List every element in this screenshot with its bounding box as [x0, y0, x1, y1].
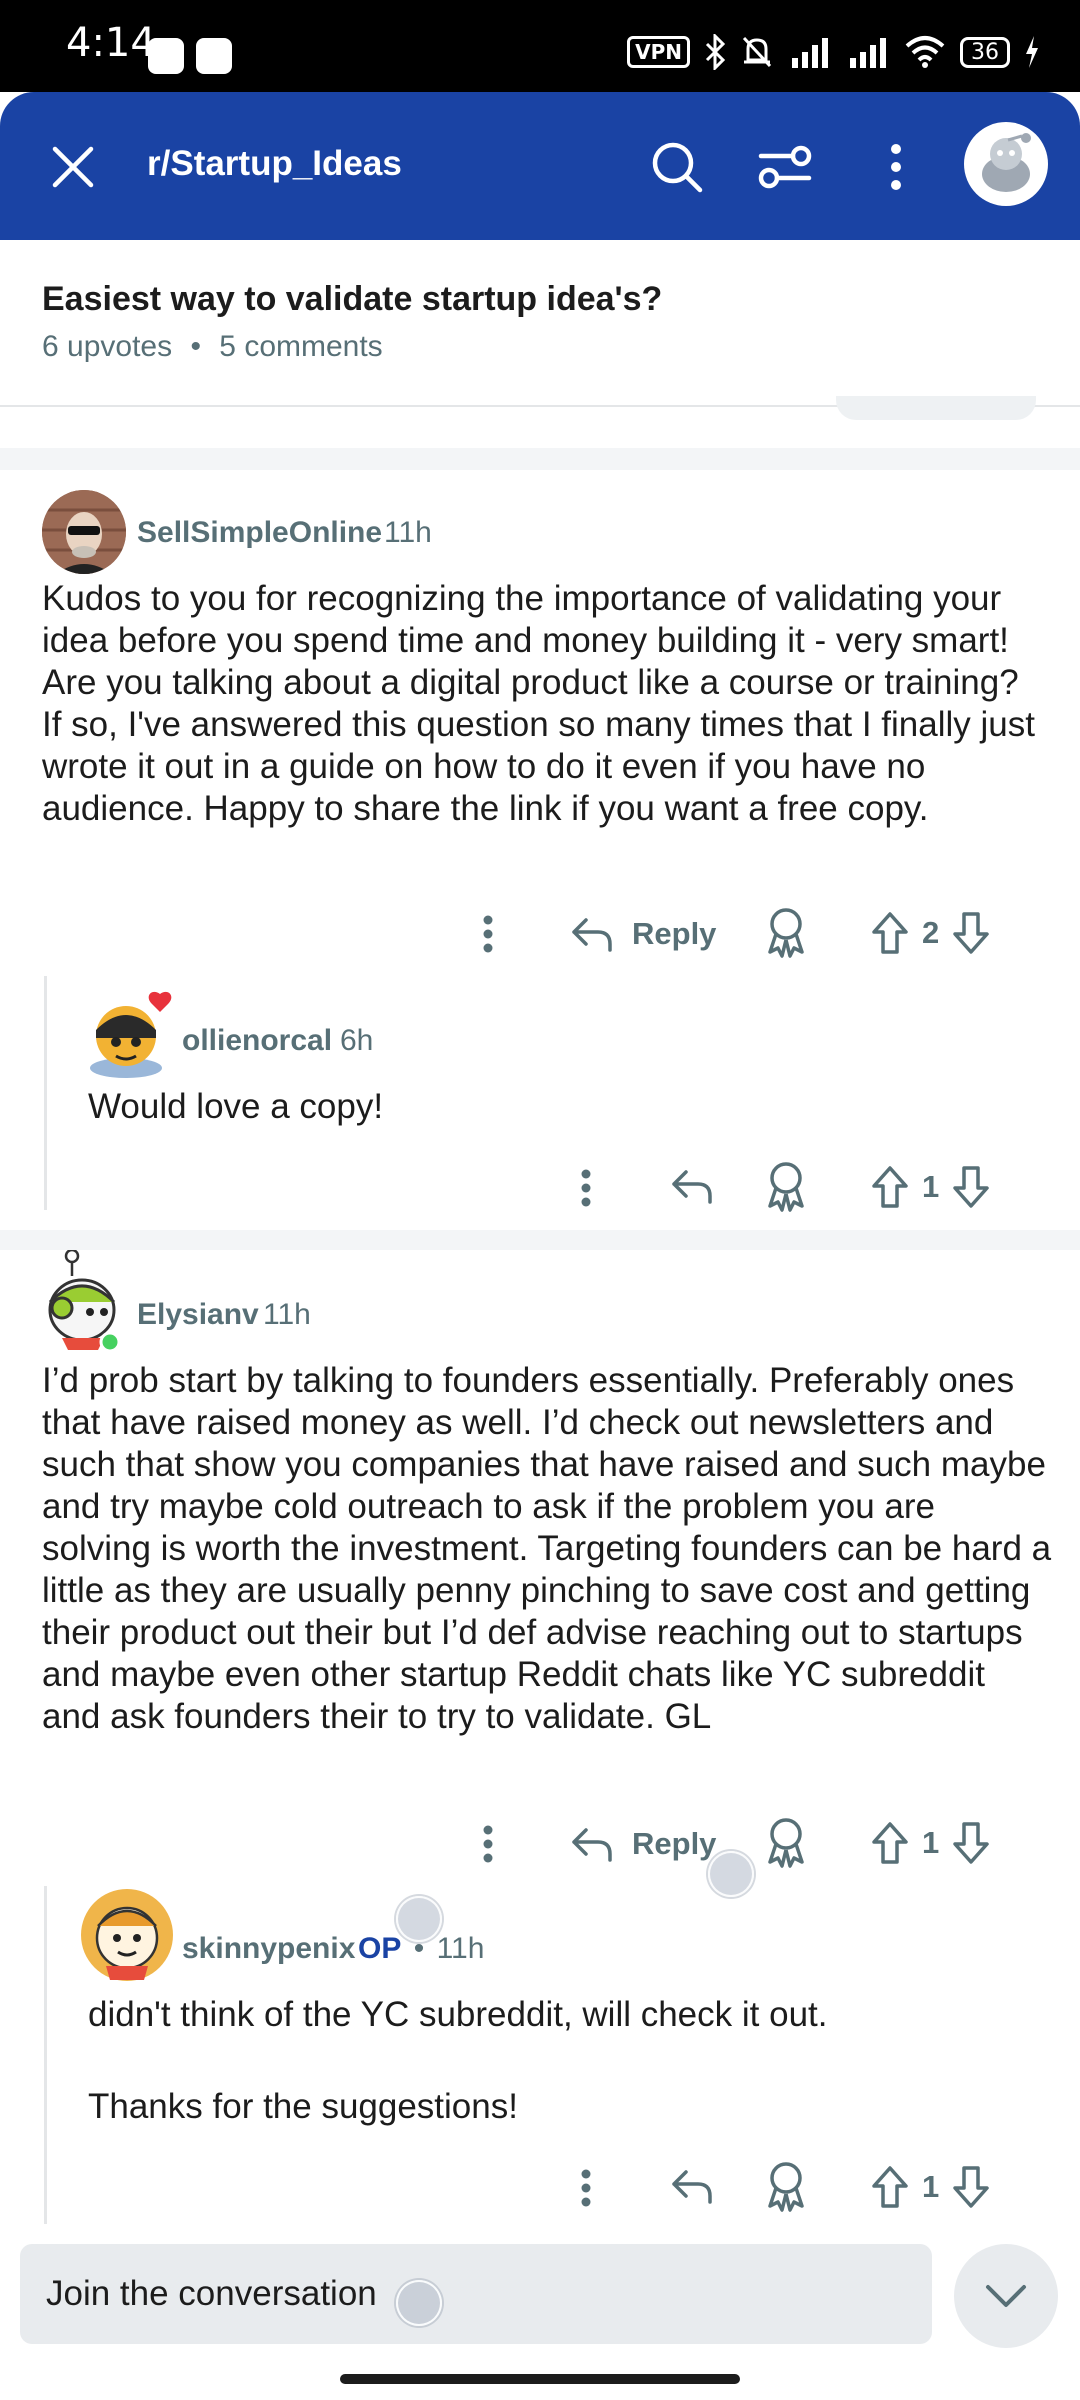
composer-placeholder: Join the conversation — [46, 2274, 377, 2313]
comment-author[interactable]: skinnypenix — [182, 1932, 355, 1966]
divider — [0, 448, 1080, 470]
reply-icon — [572, 1828, 612, 1862]
status-bar: 4:14 VPN 36 — [0, 0, 1080, 92]
wifi-icon — [905, 36, 945, 68]
reply-label: Reply — [632, 916, 717, 951]
signal-icon — [792, 38, 828, 68]
charging-icon — [1026, 36, 1038, 68]
comment-body-2: Thanks for the suggestions! — [88, 2087, 518, 2126]
subreddit-name[interactable]: r/Startup_Ideas — [147, 144, 402, 184]
post-title: Easiest way to validate startup idea's? — [42, 280, 663, 318]
vote-count: 2 — [922, 915, 940, 950]
comment-body: I’d prob start by talking to founders es… — [42, 1361, 1052, 1736]
more-vert-icon[interactable] — [572, 2160, 600, 2216]
downvote-icon[interactable] — [951, 1820, 991, 1866]
op-badge-label: OP — [358, 1932, 402, 1965]
thread-line — [44, 1886, 47, 2224]
comment-time: 11h — [436, 1932, 485, 1965]
comment-time: 11h — [263, 1298, 311, 1331]
more-vert-icon[interactable] — [474, 1816, 502, 1872]
collapse-button[interactable] — [954, 2244, 1058, 2348]
reply-button[interactable]: Reply — [570, 910, 716, 958]
app-notification-icon-2 — [196, 38, 232, 74]
thread-line — [44, 976, 47, 1210]
touch-indicator — [396, 1896, 442, 1942]
reply-icon — [572, 918, 612, 952]
upvote-count: 6 upvotes — [42, 330, 173, 363]
vote-controls: 1 — [870, 2162, 991, 2212]
status-time: 4:14 — [66, 20, 156, 66]
comment-body: didn't think of the YC subreddit, will c… — [88, 1995, 828, 2034]
comment-author[interactable]: ollienorcal — [182, 1024, 332, 1058]
reply-icon[interactable] — [670, 1166, 714, 1206]
bluetooth-icon — [705, 34, 726, 70]
comment-body: Kudos to you for recognizing the importa… — [42, 579, 1035, 828]
upvote-icon[interactable] — [870, 1820, 910, 1866]
reply-icon[interactable] — [670, 2166, 714, 2206]
award-icon[interactable] — [764, 906, 808, 958]
search-icon[interactable] — [646, 136, 708, 198]
status-indicators: VPN 36 — [627, 32, 1040, 72]
downvote-icon[interactable] — [951, 1164, 991, 1210]
vote-controls: 1 — [870, 1162, 991, 1212]
reply-label: Reply — [632, 1826, 717, 1861]
mute-bell-icon — [742, 36, 772, 68]
comment-body: Would love a copy! — [88, 1087, 384, 1126]
reply-button[interactable]: Reply — [570, 1820, 716, 1868]
scroll-tab — [836, 396, 1036, 420]
comment-count: 5 comments — [219, 330, 383, 363]
chevron-down-icon — [986, 2285, 1026, 2307]
downvote-icon[interactable] — [951, 910, 991, 956]
touch-indicator — [708, 1851, 754, 1897]
vote-controls: 1 — [870, 1818, 991, 1868]
vpn-badge: VPN — [627, 36, 690, 68]
vote-controls: 2 — [870, 908, 991, 958]
divider — [0, 1230, 1080, 1250]
signal-icon-2 — [850, 38, 886, 68]
filter-icon[interactable] — [754, 136, 816, 198]
comment-time: 6h — [340, 1024, 374, 1057]
vote-count: 1 — [922, 1825, 940, 1860]
more-vert-icon[interactable] — [872, 136, 920, 198]
meta-separator: • — [190, 330, 201, 363]
avatar[interactable] — [42, 1248, 126, 1354]
post-header[interactable]: Easiest way to validate startup idea's? … — [0, 240, 1080, 407]
home-indicator[interactable] — [340, 2374, 740, 2384]
comment-time: 11h — [384, 516, 432, 549]
post-meta: 6 upvotes • 5 comments — [42, 330, 383, 364]
battery-level: 36 — [960, 36, 1010, 68]
touch-indicator — [396, 2280, 442, 2326]
subreddit-header: r/Startup_Ideas — [0, 92, 1080, 240]
avatar[interactable] — [42, 490, 126, 574]
comment-author[interactable]: Elysianv — [137, 1298, 259, 1332]
vote-count: 1 — [922, 1169, 940, 1204]
award-icon[interactable] — [764, 1816, 808, 1868]
award-icon[interactable] — [764, 2160, 808, 2212]
award-icon[interactable] — [764, 1160, 808, 1212]
upvote-icon[interactable] — [870, 2164, 910, 2210]
upvote-icon[interactable] — [870, 910, 910, 956]
join-conversation-input[interactable]: Join the conversation — [20, 2244, 932, 2344]
upvote-icon[interactable] — [870, 1164, 910, 1210]
close-icon[interactable] — [46, 140, 100, 194]
avatar[interactable] — [78, 1886, 176, 1984]
user-avatar[interactable] — [964, 122, 1048, 206]
app-notification-icon — [148, 38, 184, 74]
avatar[interactable] — [80, 990, 176, 1080]
more-vert-icon[interactable] — [572, 1160, 600, 1216]
vote-count: 1 — [922, 2169, 940, 2204]
downvote-icon[interactable] — [951, 2164, 991, 2210]
comment-author[interactable]: SellSimpleOnline — [137, 516, 382, 550]
more-vert-icon[interactable] — [474, 906, 502, 962]
